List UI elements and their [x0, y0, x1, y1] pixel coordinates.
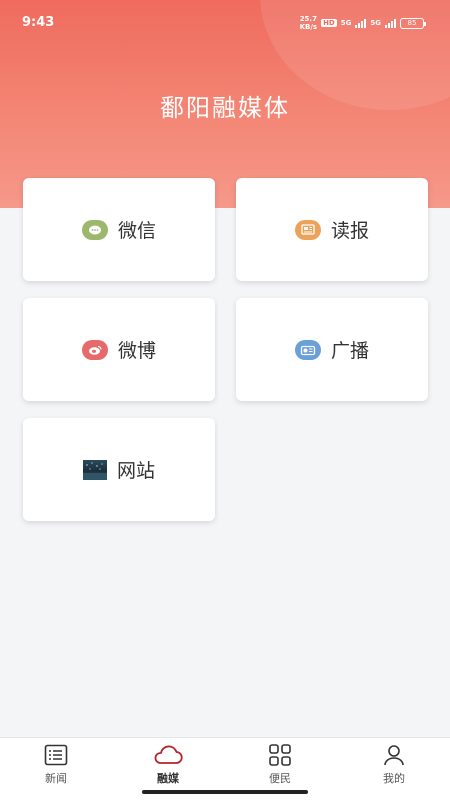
- news-list-icon: [44, 744, 68, 766]
- card-label: 微信: [117, 220, 156, 242]
- card-label: 微博: [117, 340, 156, 362]
- battery-level: 85: [407, 19, 417, 27]
- card-website[interactable]: 网站: [23, 418, 215, 521]
- card-weibo[interactable]: 微博: [23, 298, 215, 401]
- network-speed: 25.7 KB/s: [300, 15, 317, 31]
- tab-rongmei[interactable]: 融媒: [112, 738, 224, 794]
- person-icon: [384, 745, 404, 766]
- cloud-icon: [154, 745, 183, 764]
- tab-label: 便民: [269, 772, 291, 785]
- card-radio[interactable]: 广播: [236, 298, 428, 401]
- tab-label: 我的: [383, 772, 405, 785]
- status-time: 9:43: [22, 15, 55, 30]
- website-thumbnail-icon: [82, 459, 107, 480]
- newspaper-icon: [294, 219, 321, 240]
- network-speed-unit: KB/s: [299, 23, 318, 31]
- radio-icon: [294, 339, 321, 360]
- network-speed-value: 25.7: [299, 15, 317, 23]
- signal-label-1: 5G: [340, 19, 352, 27]
- card-newspaper[interactable]: 读报: [236, 178, 428, 281]
- status-bar: 9:43 25.7 KB/s HD 5G 5G 85: [0, 0, 450, 44]
- tab-news[interactable]: 新闻: [0, 738, 112, 794]
- signal-label-2: 5G: [370, 19, 381, 27]
- tab-services[interactable]: 便民: [224, 738, 336, 794]
- battery-icon: 85: [400, 17, 426, 29]
- tab-label: 融媒: [157, 772, 179, 785]
- card-wechat[interactable]: 微信: [23, 178, 215, 281]
- card-label: 广播: [330, 340, 369, 362]
- tab-mine[interactable]: 我的: [338, 738, 450, 794]
- home-indicator[interactable]: [142, 790, 308, 794]
- signal-icon: [355, 18, 367, 28]
- grid-icon: [269, 744, 291, 766]
- page-title: 鄱阳融媒体: [160, 94, 290, 122]
- card-label: 网站: [116, 460, 155, 482]
- hd-badge: HD: [321, 19, 337, 27]
- weibo-icon: [81, 339, 108, 360]
- wechat-icon: [81, 219, 108, 240]
- tab-label: 新闻: [45, 772, 67, 785]
- signal-icon: [385, 18, 396, 28]
- card-label: 读报: [330, 220, 369, 242]
- status-indicators: 25.7 KB/s HD 5G 5G 85: [300, 15, 426, 31]
